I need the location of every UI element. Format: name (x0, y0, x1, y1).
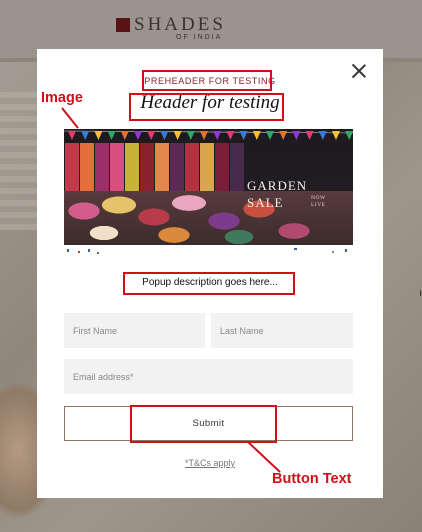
popup-preheader: PREHEADER FOR TESTING (144, 76, 276, 86)
bunting-flag (120, 131, 129, 140)
banner-badge-line2: LIVE (311, 202, 326, 208)
logo-text: SHADES (134, 14, 226, 35)
bunting-flag (345, 131, 353, 140)
bunting-flag (332, 131, 340, 140)
email-field[interactable] (64, 359, 353, 394)
banner-title: GARDEN SALE (247, 177, 307, 211)
annotation-label-button-text: Button Text (272, 471, 352, 487)
bunting-flag (147, 131, 156, 140)
bunting-flag (213, 131, 222, 140)
submit-button[interactable]: Submit (64, 406, 353, 441)
annotation-label-image: Image (41, 90, 83, 106)
bunting-flag (134, 131, 142, 140)
bunting-flag (94, 131, 103, 140)
logo-mark (116, 18, 130, 32)
bunting-flag (186, 131, 195, 140)
popup-header: Header for testing (140, 92, 280, 113)
pillow-pile (64, 191, 353, 245)
bunting-flag (252, 131, 261, 140)
bunting-flag (318, 131, 327, 140)
banner-image: GARDEN SALE NOW LIVE (64, 129, 353, 245)
banner-badge-line1: NOW (311, 195, 326, 201)
last-name-field[interactable] (211, 313, 353, 348)
bunting-flag (68, 131, 76, 140)
bunting-flag (200, 131, 208, 140)
popup-description: Popup description goes here... (142, 277, 278, 288)
popup-modal: PREHEADER FOR TESTING Header for testing… (37, 49, 383, 498)
bunting-flag (305, 131, 314, 140)
banner-badge: NOW LIVE (311, 195, 331, 209)
bunting-flag (292, 131, 301, 140)
site-logo: SHADES (116, 14, 226, 36)
bunting-flag (266, 131, 274, 140)
hero-texture (0, 90, 40, 230)
terms-link[interactable]: *T&Cs apply (37, 458, 383, 468)
bunting-flag (173, 131, 182, 140)
bunting-flag (279, 131, 288, 140)
bunting-flag (239, 131, 248, 140)
banner-title-line2: SALE (247, 195, 284, 210)
bunting-flag (160, 131, 169, 140)
bunting-flag (81, 131, 90, 140)
bunting-flag (107, 131, 116, 140)
bunting-flag (226, 131, 235, 140)
logo-subtext: OF INDIA (176, 34, 223, 41)
confetti-dots (67, 248, 347, 254)
banner-title-line1: GARDEN (247, 178, 308, 193)
first-name-field[interactable] (64, 313, 205, 348)
